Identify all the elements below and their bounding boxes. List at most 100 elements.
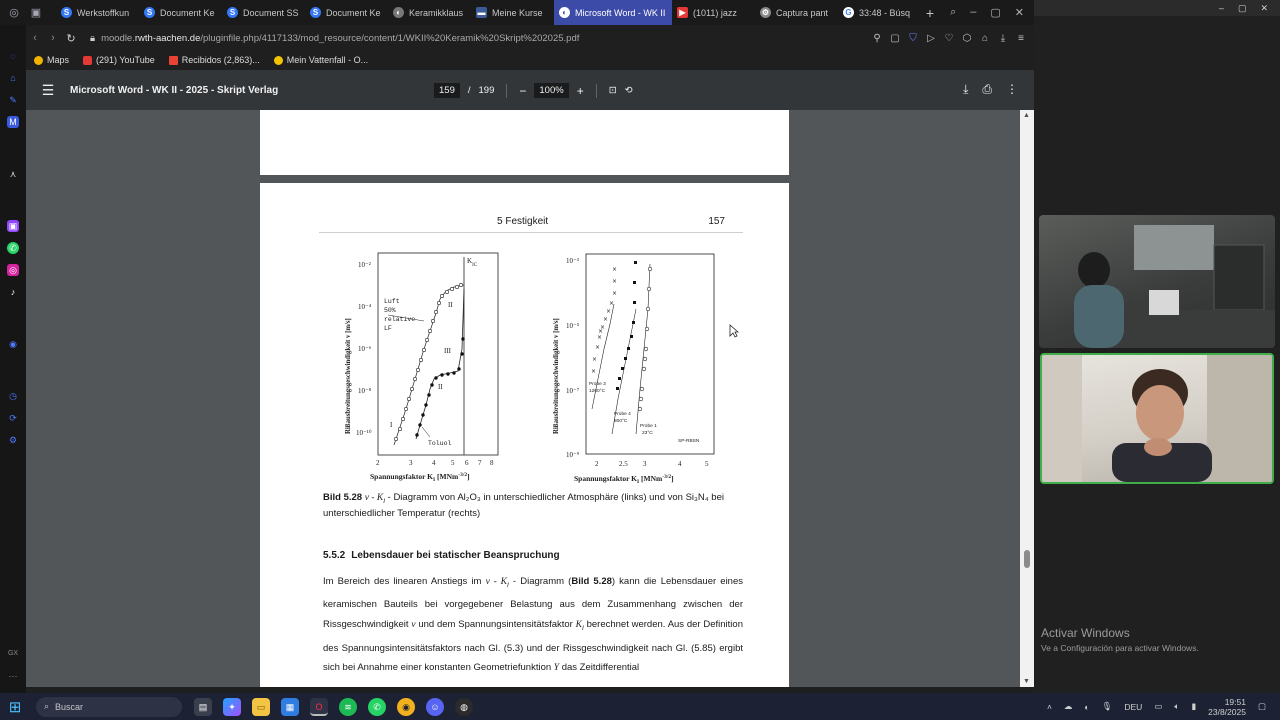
vpn-shield-icon[interactable]: ⛉ [908,33,918,44]
tray-chevron-icon[interactable]: ˄ [1047,702,1052,712]
close-icon[interactable]: ✕ [1260,3,1268,14]
tab-9-label: 33:48 - Búsq [859,7,911,18]
shopping-icon[interactable]: ⌂ [7,72,19,84]
more-options-icon[interactable]: ⋮ [1006,82,1018,97]
bookmark-maps[interactable]: Maps [34,55,69,65]
tab-2[interactable]: S Document SS [222,0,305,25]
close-icon[interactable]: ✕ [1015,6,1024,19]
extensions-icon[interactable]: ⬡ [962,33,972,44]
gx-icon[interactable]: GX [7,648,19,660]
task-view-icon[interactable]: ▤ [194,697,212,716]
tab-6-active[interactable]: ◐ Microsoft Word - WK II [554,0,672,25]
pdf-document-area[interactable]: 5 Festigkeit 157 10⁻² 10⁻⁴ 10⁻⁶ 10⁻⁸ 10⁻… [26,110,1020,687]
tab-4[interactable]: ◐ Keramikklaus [388,0,471,25]
page-number-input[interactable]: 159 [434,83,460,98]
back-icon[interactable]: ‹ [26,32,44,44]
search-tabs-icon[interactable]: ⌕ [950,6,956,19]
data-point [638,396,644,402]
opera-icon[interactable]: O [310,697,328,716]
cursor-shape [729,324,739,338]
sidebar-extra-icon-1[interactable]: ◉ [7,338,19,350]
sidebar-extra-icon-3[interactable]: ⟳ [7,412,19,424]
language-indicator[interactable]: DEU [1124,702,1142,712]
outlook-icon[interactable]: M [7,116,19,128]
bookmark-youtube[interactable]: (291) YouTube [83,55,155,65]
scroll-up-icon[interactable]: ▲ [1023,112,1030,119]
zoom-level-input[interactable]: 100% [534,83,569,98]
reload-icon[interactable]: ↻ [62,32,80,45]
tray-app-icon[interactable]: ◐ [1084,702,1089,712]
left-x-axis-label: Spannungsfaktor KI [MNm-3/2] [370,472,470,483]
obs-icon[interactable]: ◍ [455,697,473,716]
print-icon[interactable]: ⎙ [982,82,992,97]
windows-start-icon[interactable]: ⊞ [0,698,30,716]
pdf-menu-icon[interactable]: ☰ [26,82,70,99]
volume-icon[interactable]: 🔈︎ [1174,701,1179,712]
scroll-thumb[interactable] [1024,550,1030,568]
sidebar-extra-icon-2[interactable]: ◷ [7,390,19,402]
gmail-icon [168,55,178,65]
wallet-icon[interactable]: ⌂ [980,33,990,44]
browser-logo-icon[interactable]: ◎ [8,7,20,19]
tab-4-favicon-icon: ◐ [393,7,404,18]
download-icon[interactable]: ⤓ [998,33,1008,44]
minimize-icon[interactable]: – [970,6,976,19]
snapshot-icon[interactable]: ▢ [890,33,900,44]
copilot-icon[interactable]: ◌ [7,50,19,62]
network-icon[interactable]: ▭ [1154,701,1162,712]
tab-9[interactable]: G 33:48 - Búsq [838,0,921,25]
data-point [624,357,627,360]
whatsapp-app-icon[interactable]: ✆ [368,697,386,716]
tiktok-icon[interactable]: ♪ [7,286,19,298]
discord-icon[interactable]: ☺ [426,697,444,716]
microphone-icon[interactable]: 🎙︎ [1102,701,1113,712]
chrome-icon[interactable]: ◉ [397,697,415,716]
tab-0-label: Werkstoffkun [77,7,130,18]
spotify-icon[interactable]: ≋ [339,697,357,716]
address-tools: ⚲ ▢ ⛉ ▷ ♡ ⬡ ⌂ ⤓ ≡ [872,33,1034,44]
maximize-icon[interactable]: ▢ [990,6,1000,19]
instagram-icon[interactable]: ◎ [7,264,19,276]
taskbar-search[interactable]: ⌕ Buscar [36,696,182,717]
tab-0[interactable]: S Werkstoffkun [56,0,139,25]
battery-icon[interactable]: ▮ [1191,701,1196,712]
more-icon[interactable]: ⋯ [7,670,19,682]
bookmark-vattenfall[interactable]: Mein Vattenfall - O... [273,55,368,65]
minimize-icon[interactable]: – [1219,3,1224,13]
menu-icon[interactable]: ≡ [1016,33,1026,44]
fit-page-icon[interactable]: ⊡ [609,85,617,96]
file-explorer-icon[interactable]: ▭ [252,697,270,716]
pdf-download-icon[interactable]: ⤓ [963,82,968,97]
zoom-in-icon[interactable]: + [577,84,584,98]
tab-1[interactable]: S Document Ke [139,0,222,25]
tools-icon[interactable]: ✎ [7,94,19,106]
sidebar-app-icon[interactable]: ⋏ [7,168,19,180]
scroll-down-icon[interactable]: ▼ [1023,678,1030,685]
zoom-out-icon[interactable]: − [519,84,526,98]
youtube-icon [83,55,93,65]
settings-gear-icon[interactable]: ⚙ [7,434,19,446]
heart-icon[interactable]: ♡ [944,33,954,44]
tab-3[interactable]: S Document Ke [305,0,388,25]
twitch-icon[interactable]: ▣ [7,220,19,232]
copilot-app-icon[interactable]: ✦ [223,697,241,716]
notifications-icon[interactable]: ▢ [1258,701,1266,712]
play-icon[interactable]: ▷ [926,33,936,44]
data-point [630,335,633,338]
tab-8[interactable]: ⚙ Captura pant [755,0,838,25]
new-tab-button[interactable]: + [921,5,939,21]
cloud-icon[interactable]: ☁ [1064,701,1073,712]
tab-7[interactable]: ▶ (1011) jazz [672,0,755,25]
tab-5[interactable]: ▬ Meine Kurse [471,0,554,25]
maximize-icon[interactable]: ▢ [1238,3,1247,14]
forward-icon[interactable]: › [44,32,62,44]
pin-icon[interactable]: ⚲ [872,33,882,44]
store-icon[interactable]: ▦ [281,697,299,716]
workspaces-icon[interactable]: ▣ [30,7,42,19]
bookmark-gmail[interactable]: Recibidos (2,863)... [168,55,260,65]
url-field[interactable]: 🔒︎ moodle.rwth-aachen.de/pluginfile.php/… [90,33,579,44]
pdf-scrollbar[interactable]: ▲ ▼ [1020,110,1034,687]
clock[interactable]: 19:51 23/8/2025 [1208,697,1246,717]
rotate-icon[interactable]: ⟲ [625,85,633,96]
whatsapp-icon[interactable]: ✆ [7,242,19,254]
